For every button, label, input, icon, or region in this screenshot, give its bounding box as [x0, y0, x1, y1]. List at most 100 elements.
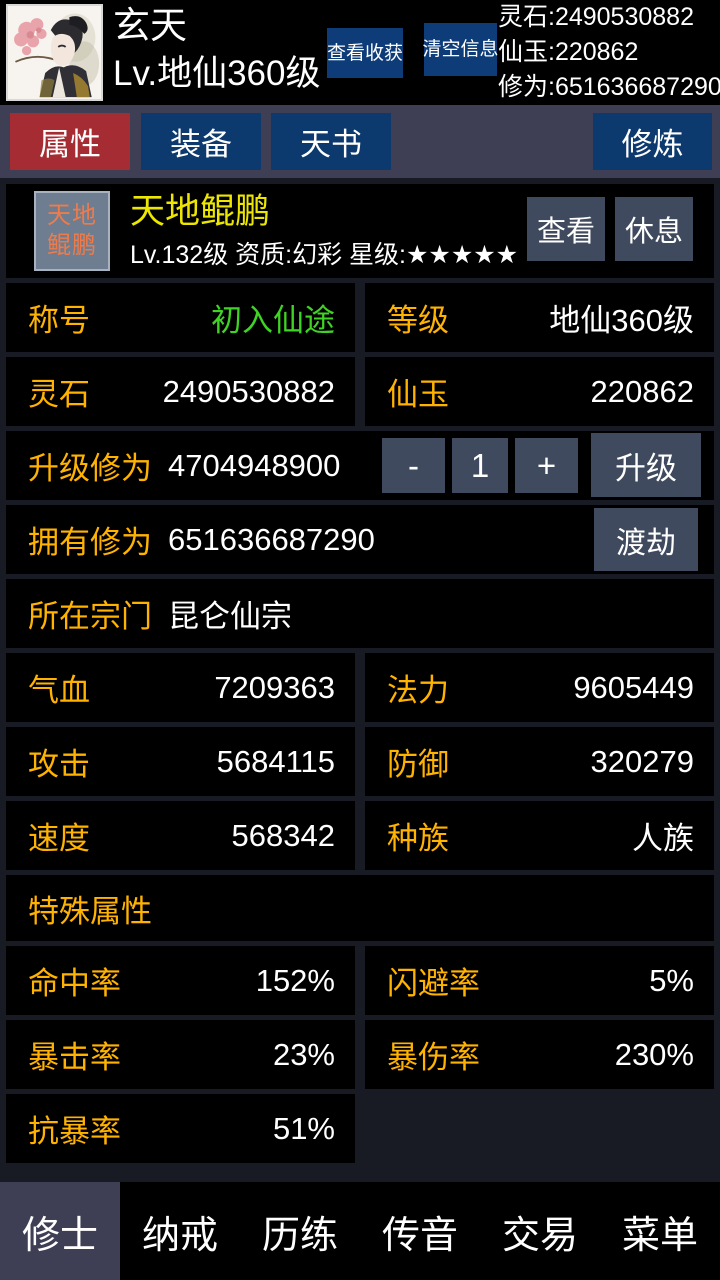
table-row: 拥有修为 651636687290 渡劫 [6, 505, 714, 574]
section-header-cell: 特殊属性 [6, 875, 714, 941]
row-hit-cell: 命中率 152% [6, 946, 355, 1015]
hp-value: 7209363 [214, 670, 355, 706]
nav-item-messages[interactable]: 传音 [360, 1182, 480, 1280]
app-root: 玄天 Lv.地仙360级 查看收获 清空信息 灵石:2490530882 仙玉:… [0, 0, 720, 1280]
header-stat-cultivation: 修为:651636687290 [498, 70, 720, 105]
sect-value: 昆仑仙宗 [168, 591, 292, 636]
nav-item-cultivator[interactable]: 修士 [0, 1182, 120, 1280]
increment-button[interactable]: + [515, 438, 578, 493]
table-row: 速度 568342 种族 人族 [6, 801, 714, 870]
title-label: 称号 [6, 295, 90, 340]
pet-thumbnail[interactable]: 天地 鲲鹏 [34, 191, 110, 271]
table-row: 攻击 5684115 防御 320279 [6, 727, 714, 796]
defense-label: 防御 [365, 739, 449, 784]
header-stat-immortal-jade: 仙玉:220862 [498, 35, 720, 70]
owned-cultivation-value: 651636687290 [168, 522, 375, 558]
spirit-stone-label: 灵石 [6, 369, 90, 414]
crit-rate-label: 暴击率 [6, 1032, 121, 1077]
spirit-stone-value: 2490530882 [163, 374, 355, 410]
upgrade-button[interactable]: 升级 [591, 433, 701, 497]
row-crit-damage-cell: 暴伤率 230% [365, 1020, 714, 1089]
bottom-nav: 修士 纳戒 历练 传音 交易 菜单 [0, 1182, 720, 1280]
section-title: 特殊属性 [6, 886, 152, 931]
row-title-cell: 称号 初入仙途 [6, 283, 355, 352]
header-bar: 玄天 Lv.地仙360级 查看收获 清空信息 灵石:2490530882 仙玉:… [0, 0, 720, 105]
immortal-jade-label: 仙玉 [365, 369, 449, 414]
table-row: 抗暴率 51% [6, 1094, 714, 1163]
special-attributes-section-header: 特殊属性 [6, 875, 714, 941]
mp-value: 9605449 [573, 670, 714, 706]
quantity-stepper[interactable]: 1 [452, 438, 508, 493]
tab-attributes[interactable]: 属性 [10, 113, 130, 170]
owned-cultivation-label: 拥有修为 [6, 517, 152, 562]
level-label: 等级 [365, 295, 449, 340]
crit-rate-value: 23% [273, 1037, 355, 1073]
pet-thumb-line-1: 天地 [47, 201, 97, 231]
clear-info-button[interactable]: 清空信息 [424, 23, 497, 76]
row-owned-cultivation-cell: 拥有修为 651636687290 渡劫 [6, 505, 714, 574]
nav-item-storage-ring[interactable]: 纳戒 [120, 1182, 240, 1280]
pet-thumb-line-2: 鲲鹏 [47, 231, 97, 261]
defense-value: 320279 [591, 744, 714, 780]
nav-item-trade[interactable]: 交易 [480, 1182, 600, 1280]
dodge-rate-value: 5% [649, 963, 714, 999]
hero-portrait-icon [8, 6, 101, 99]
row-upgrade-cost-cell: 升级修为 4704948900 - 1 + 升级 [6, 431, 714, 500]
speed-value: 568342 [232, 818, 355, 854]
sect-label: 所在宗门 [6, 591, 152, 636]
row-attack-cell: 攻击 5684115 [6, 727, 355, 796]
tab-cultivation[interactable]: 修炼 [593, 113, 712, 170]
hero-name: 玄天 [113, 2, 187, 50]
header-stat-spirit-stone: 灵石:2490530882 [498, 0, 720, 35]
level-value: 地仙360级 [549, 295, 714, 340]
nav-item-menu[interactable]: 菜单 [600, 1182, 720, 1280]
hit-rate-label: 命中率 [6, 958, 121, 1003]
row-mp-cell: 法力 9605449 [365, 653, 714, 722]
tribulation-button[interactable]: 渡劫 [594, 508, 698, 571]
tab-heaven-book[interactable]: 天书 [271, 113, 391, 170]
table-row: 升级修为 4704948900 - 1 + 升级 [6, 431, 714, 500]
row-race-cell: 种族 人族 [365, 801, 714, 870]
pet-card[interactable]: 天地 鲲鹏 天地鲲鹏 Lv.132级 资质:幻彩 星级:★★★★★ 查看 休息 [6, 184, 714, 278]
pet-name: 天地鲲鹏 [130, 188, 270, 236]
upgrade-cost-value: 4704948900 [168, 448, 340, 484]
row-crit-cell: 暴击率 23% [6, 1020, 355, 1089]
crit-resist-value: 51% [273, 1111, 355, 1147]
row-speed-cell: 速度 568342 [6, 801, 355, 870]
table-row: 气血 7209363 法力 9605449 [6, 653, 714, 722]
hero-level: Lv.地仙360级 [113, 51, 321, 97]
row-dodge-cell: 闪避率 5% [365, 946, 714, 1015]
pet-subline: Lv.132级 资质:幻彩 星级:★★★★★ [130, 239, 518, 271]
row-defense-cell: 防御 320279 [365, 727, 714, 796]
table-row: 暴击率 23% 暴伤率 230% [6, 1020, 714, 1089]
content-panel: 天地 鲲鹏 天地鲲鹏 Lv.132级 资质:幻彩 星级:★★★★★ 查看 休息 … [0, 178, 720, 1182]
avatar[interactable] [6, 4, 103, 101]
nav-item-training[interactable]: 历练 [240, 1182, 360, 1280]
crit-resist-label: 抗暴率 [6, 1106, 121, 1151]
speed-label: 速度 [6, 813, 90, 858]
row-crit-resist-cell: 抗暴率 51% [6, 1094, 355, 1163]
crit-damage-label: 暴伤率 [365, 1032, 480, 1077]
attack-label: 攻击 [6, 739, 90, 784]
tab-bar: 属性 装备 天书 修炼 [0, 105, 720, 178]
attack-value: 5684115 [217, 744, 355, 780]
upgrade-cost-label: 升级修为 [6, 443, 152, 488]
table-row: 灵石 2490530882 仙玉 220862 [6, 357, 714, 426]
decrement-button[interactable]: - [382, 438, 445, 493]
race-label: 种族 [365, 813, 449, 858]
view-harvest-button[interactable]: 查看收获 [327, 28, 403, 78]
table-row: 称号 初入仙途 等级 地仙360级 [6, 283, 714, 352]
tab-equipment[interactable]: 装备 [141, 113, 261, 170]
header-resource-stats: 灵石:2490530882 仙玉:220862 修为:651636687290 [498, 0, 720, 105]
race-value: 人族 [632, 813, 714, 858]
row-hp-cell: 气血 7209363 [6, 653, 355, 722]
row-spirit-stone-cell: 灵石 2490530882 [6, 357, 355, 426]
pet-view-button[interactable]: 查看 [527, 197, 605, 261]
mp-label: 法力 [365, 665, 449, 710]
row-sect-cell: 所在宗门 昆仑仙宗 [6, 579, 714, 648]
table-row: 命中率 152% 闪避率 5% [6, 946, 714, 1015]
table-row: 所在宗门 昆仑仙宗 [6, 579, 714, 648]
immortal-jade-value: 220862 [591, 374, 714, 410]
row-level-cell: 等级 地仙360级 [365, 283, 714, 352]
pet-rest-button[interactable]: 休息 [615, 197, 693, 261]
